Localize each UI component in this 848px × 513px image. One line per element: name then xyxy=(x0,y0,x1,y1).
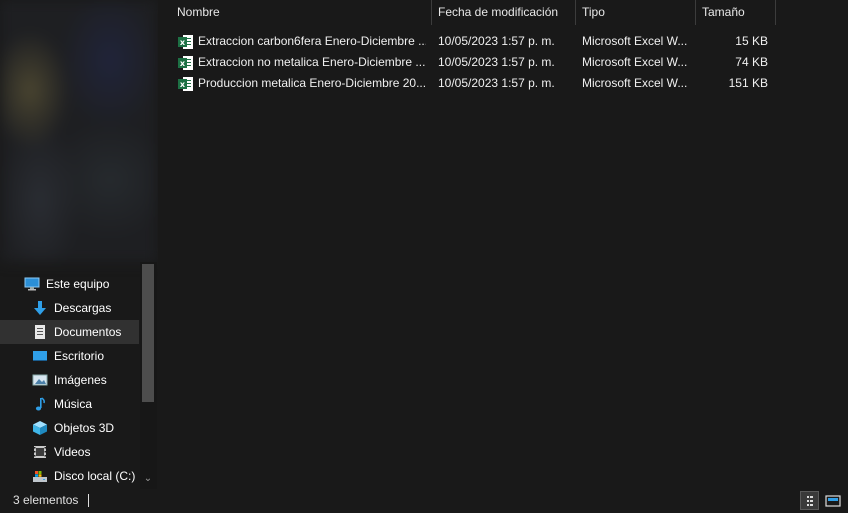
scroll-down-chevron-icon[interactable]: ⌄ xyxy=(142,472,154,486)
file-type: Microsoft Excel W... xyxy=(582,76,688,90)
svg-text:x: x xyxy=(180,59,186,68)
file-modified: 10/05/2023 1:57 p. m. xyxy=(438,76,555,90)
file-row[interactable]: x Extraccion no metalica Enero-Diciembre… xyxy=(172,52,778,73)
nav-item-label: Videos xyxy=(54,445,91,459)
sort-ascending-icon: ^ xyxy=(297,0,302,5)
file-modified: 10/05/2023 1:57 p. m. xyxy=(438,34,555,48)
file-row[interactable]: x Extraccion carbon6fera Enero-Diciembre… xyxy=(172,31,778,52)
svg-text:x: x xyxy=(180,80,186,89)
column-header-fecha[interactable]: Fecha de modificación xyxy=(432,0,575,25)
nav-item-label: Este equipo xyxy=(46,277,110,291)
nav-item-escritorio[interactable]: Escritorio xyxy=(0,344,139,368)
file-type: Microsoft Excel W... xyxy=(582,55,688,69)
column-header-label: Fecha de modificación xyxy=(438,5,559,19)
file-size: 151 KB xyxy=(728,76,768,90)
details-view-icon xyxy=(807,496,813,506)
navigation-pane: Este equipo Descargas Documentos Escrito… xyxy=(0,0,157,489)
cube-3d-icon xyxy=(32,420,48,436)
item-count: 3 elementos xyxy=(13,493,79,507)
nav-item-imagenes[interactable]: Imágenes xyxy=(0,368,139,392)
music-note-icon xyxy=(32,396,48,412)
excel-file-icon: x xyxy=(178,76,194,92)
nav-item-musica[interactable]: Música xyxy=(0,392,139,416)
column-header-tamano[interactable]: Tamaño xyxy=(696,0,775,25)
column-separator[interactable] xyxy=(775,0,776,25)
status-bar: 3 elementos xyxy=(0,489,848,512)
nav-item-este-equipo[interactable]: Este equipo xyxy=(0,272,139,296)
nav-item-disco-local-c[interactable]: Disco local (C:) xyxy=(0,464,139,488)
column-header-label: Tamaño xyxy=(702,5,745,19)
column-header-tipo[interactable]: Tipo xyxy=(576,0,695,25)
file-row[interactable]: x Produccion metalica Enero-Diciembre 20… xyxy=(172,73,778,94)
nav-item-label: Imágenes xyxy=(54,373,107,387)
nav-item-label: Descargas xyxy=(54,301,112,315)
nav-item-label: Música xyxy=(54,397,93,411)
video-film-icon xyxy=(32,444,48,460)
large-icons-view-icon xyxy=(825,495,841,507)
document-icon xyxy=(32,324,48,340)
nav-item-label: Escritorio xyxy=(54,349,105,363)
file-size: 15 KB xyxy=(735,34,768,48)
pictures-icon xyxy=(32,372,48,388)
details-view-button[interactable] xyxy=(800,491,819,510)
local-disk-icon xyxy=(32,468,48,484)
nav-scrollbar-thumb[interactable] xyxy=(142,264,154,402)
column-header-label: Tipo xyxy=(582,5,605,19)
file-name: Extraccion carbon6fera Enero-Diciembre .… xyxy=(198,34,426,48)
large-icons-view-button[interactable] xyxy=(824,491,843,510)
file-type: Microsoft Excel W... xyxy=(582,34,688,48)
file-name: Produccion metalica Enero-Diciembre 20..… xyxy=(198,76,426,90)
nav-item-descargas[interactable]: Descargas xyxy=(0,296,139,320)
excel-file-icon: x xyxy=(178,34,194,50)
nav-item-label: Documentos xyxy=(54,325,122,339)
nav-item-label: Disco local (C:) xyxy=(54,469,136,483)
nav-item-objetos-3d[interactable]: Objetos 3D xyxy=(0,416,139,440)
blurred-quick-access-area xyxy=(0,0,157,262)
nav-item-documentos[interactable]: Documentos xyxy=(0,320,139,344)
status-separator xyxy=(88,494,89,507)
svg-text:x: x xyxy=(180,38,186,47)
desktop-icon xyxy=(32,348,48,364)
file-modified: 10/05/2023 1:57 p. m. xyxy=(438,55,555,69)
file-name: Extraccion no metalica Enero-Diciembre .… xyxy=(198,55,426,69)
nav-item-label: Objetos 3D xyxy=(54,421,115,435)
excel-file-icon: x xyxy=(178,55,194,71)
download-arrow-icon xyxy=(32,300,48,316)
file-list-pane: Nombre ^ Fecha de modificación Tipo Tama… xyxy=(158,0,848,489)
nav-item-videos[interactable]: Videos xyxy=(0,440,139,464)
computer-icon xyxy=(24,276,40,292)
column-header-label: Nombre xyxy=(177,5,220,19)
file-size: 74 KB xyxy=(735,55,768,69)
